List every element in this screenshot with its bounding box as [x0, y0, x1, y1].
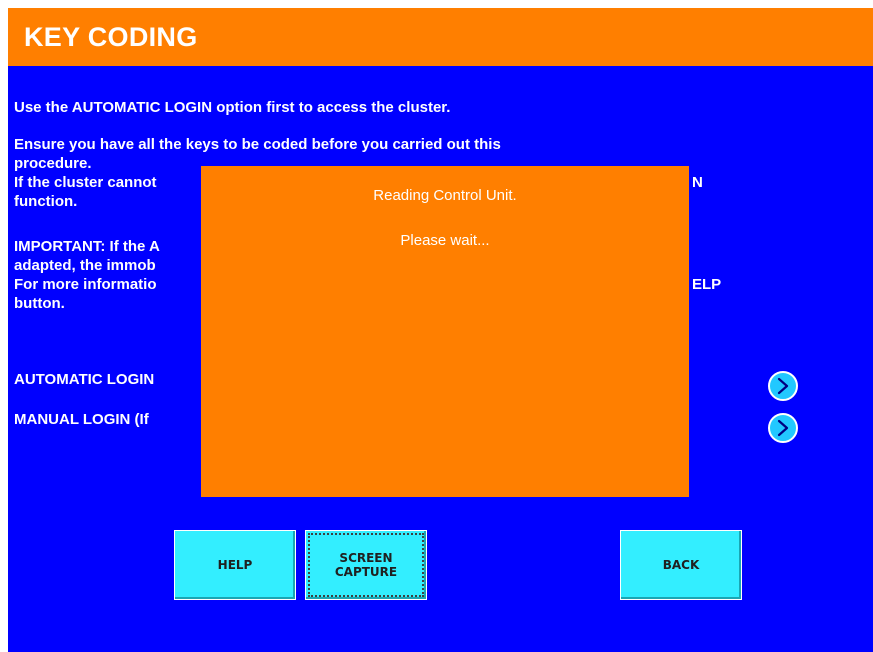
screen-capture-label-line-2: CAPTURE [334, 565, 398, 579]
back-button[interactable]: BACK [620, 530, 742, 600]
screen-capture-button[interactable]: SCREEN CAPTURE [305, 530, 427, 600]
instruction-2-line-3: If the cluster cannot [14, 174, 157, 191]
automatic-login-button[interactable] [768, 371, 798, 401]
automatic-login-label: AUTOMATIC LOGIN [14, 371, 155, 388]
instruction-3-line-1: IMPORTANT: If the A [14, 238, 160, 255]
manual-login-label: MANUAL LOGIN (If [14, 411, 149, 428]
dialog-wait-message: Please wait... [400, 232, 490, 249]
screen-capture-label-line-1: SCREEN [339, 551, 393, 565]
instruction-2-line-3-tail: N [692, 174, 703, 191]
instruction-3-line-4: button. [14, 295, 65, 312]
instruction-3-line-3: For more informatio [14, 276, 157, 293]
back-button-label: BACK [662, 558, 700, 572]
help-button-label: HELP [217, 558, 253, 572]
instruction-2-line-4: function. [14, 193, 78, 210]
reading-control-unit-dialog: Reading Control Unit. Please wait... [201, 166, 689, 497]
instruction-3-line-3-tail: ELP [692, 276, 722, 293]
instruction-2-line-1: Ensure you have all the keys to be coded… [14, 136, 501, 153]
header-bar: KEY CODING [8, 8, 873, 66]
app-screen: KEY CODING Use the AUTOMATIC LOGIN optio… [8, 8, 873, 652]
chevron-right-icon [777, 419, 789, 437]
screen-capture-button-label: SCREEN CAPTURE [335, 551, 397, 579]
page-title: KEY CODING [24, 22, 198, 52]
instruction-2-line-2: procedure. [14, 155, 92, 172]
manual-login-button[interactable] [768, 413, 798, 443]
dialog-message: Reading Control Unit. [373, 187, 517, 204]
help-button[interactable]: HELP [174, 530, 296, 600]
chevron-right-icon [777, 377, 789, 395]
instruction-3-line-2: adapted, the immob [14, 257, 156, 274]
instruction-1: Use the AUTOMATIC LOGIN option first to … [14, 99, 451, 116]
